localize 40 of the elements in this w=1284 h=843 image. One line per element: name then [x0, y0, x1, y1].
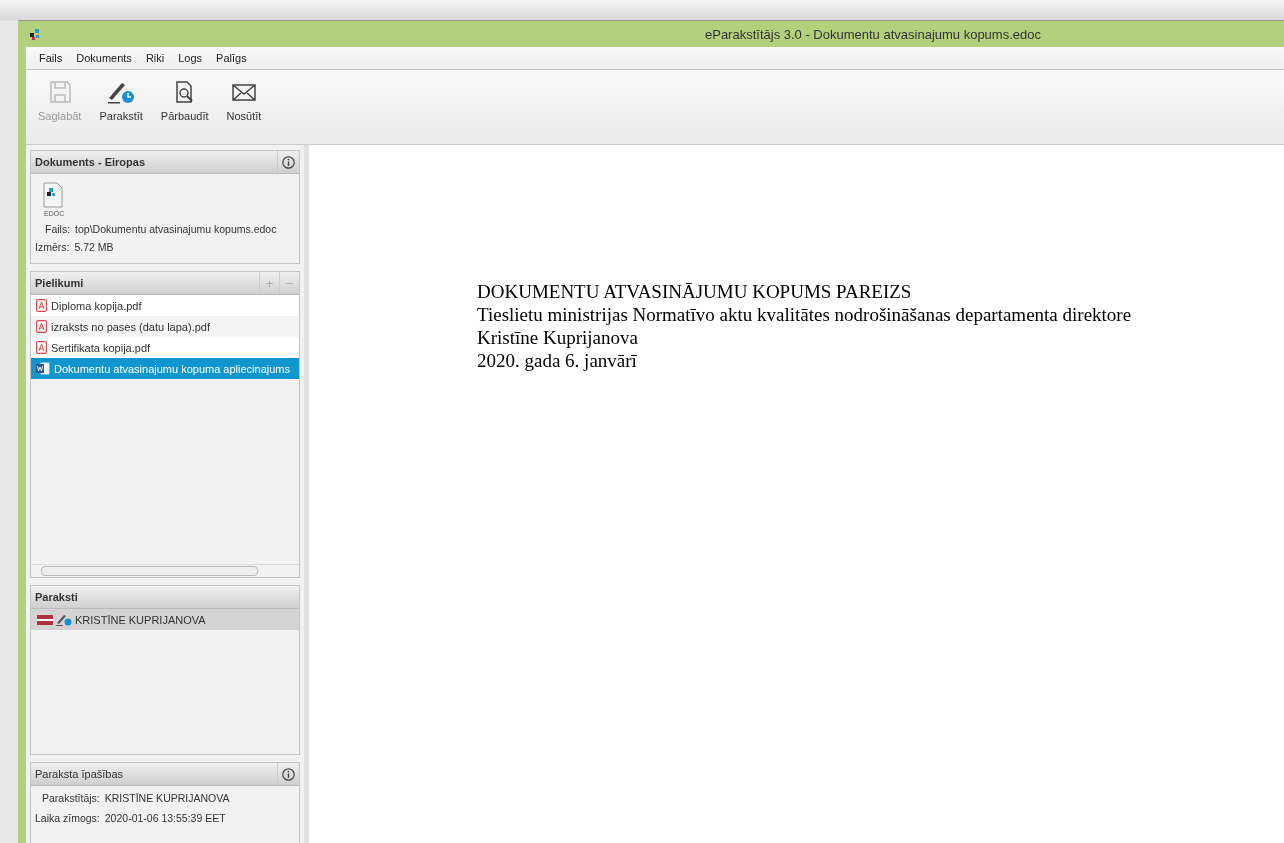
document-text-line: DOKUMENTU ATVASINĀJUMU KOPUMS PAREIZS	[477, 280, 913, 303]
document-text-line: 2020. gada 6. janvārī	[477, 349, 638, 372]
attachment-item[interactable]: Diploma kopija.pdf	[31, 295, 299, 316]
toolbar-button[interactable]: Nosūtīt	[218, 78, 270, 124]
panel-title: Paraksti	[34, 591, 79, 603]
signature-item[interactable]: KRISTĪNE KUPRIJANOVA	[31, 609, 299, 630]
document-text-line: Kristīne Kuprijanova	[477, 326, 639, 349]
panel-title: Paraksta īpašības	[34, 768, 125, 780]
menu-item[interactable]: Logs	[171, 52, 210, 64]
field-label: Parakstītājs:	[41, 792, 100, 804]
document-text-line: Tieslietu ministrijas Normatīvo aktu kvalitātes nodrošināšanas departamenta direktore	[477, 303, 1133, 326]
menu-item[interactable]: Fails	[32, 52, 70, 64]
field-label: Laika zīmogs:	[35, 812, 100, 824]
panel-title: Pielikumi	[34, 277, 85, 289]
app-logo-icon	[28, 27, 42, 41]
field-label: Fails:	[45, 223, 71, 235]
field-value: 5.72 MB	[74, 241, 114, 253]
attachment-item[interactable]: Sertifikata kopija.pdf	[31, 337, 299, 358]
flag-icon	[37, 614, 53, 625]
menu-item[interactable]: Dokuments	[69, 52, 139, 64]
panel-title: Dokuments - Eiropas	[34, 156, 147, 168]
field-label: Izmērs:	[35, 241, 70, 253]
pdf-file-icon	[36, 341, 47, 354]
pdf-file-icon	[36, 299, 47, 312]
pdf-file-icon	[36, 320, 47, 333]
pen-clock-icon	[56, 613, 72, 626]
field-value: KRISTĪNE KUPRIJANOVA	[104, 792, 230, 804]
toolbar-button[interactable]: Pārbaudīt	[152, 78, 217, 124]
edoc-file-icon	[43, 182, 63, 208]
toolbar-button[interactable]: Parakstīt	[91, 78, 151, 124]
horizontal-scrollbar[interactable]	[31, 564, 299, 577]
menu-item[interactable]: Palīgs	[209, 52, 254, 64]
info-icon	[282, 767, 295, 781]
field-value: 2020-01-06 13:55:39 EET	[104, 812, 227, 824]
info-icon	[282, 155, 295, 169]
menu-item[interactable]: Riki	[138, 52, 172, 64]
pen-clock-icon	[106, 80, 137, 104]
word-file-icon	[36, 362, 50, 375]
field-value: top\Dokumentu atvasinajumu kopums.edoc	[75, 223, 277, 235]
window-title: eParakstītājs 3.0 - Dokumentu atvasinajumu kopums.edoc	[704, 26, 1042, 42]
